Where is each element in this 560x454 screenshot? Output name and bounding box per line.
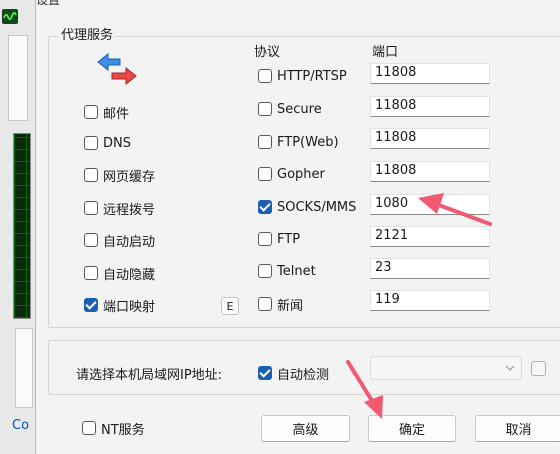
protocol-gopher-checkbox[interactable]: Gopher xyxy=(258,164,325,184)
ok-button[interactable]: 确定 xyxy=(368,415,456,442)
background-window: Co xyxy=(0,0,36,454)
protocol-column-header: 协议 xyxy=(254,45,281,60)
checkbox-box[interactable] xyxy=(84,266,98,280)
nt-service-checkbox[interactable]: NT服务 xyxy=(82,418,145,438)
service-remote-dial-checkbox[interactable]: 远程拨号 xyxy=(84,198,155,218)
service-web-cache-checkbox[interactable]: 网页缓存 xyxy=(84,165,155,185)
protocol-telnet-checkbox[interactable]: Telnet xyxy=(258,261,316,281)
lan-ip-label: 请选择本机局域网IP地址: xyxy=(76,368,223,383)
port-mapping-edit-button[interactable]: E xyxy=(221,297,239,315)
port-http-rtsp-field[interactable]: 11808 xyxy=(370,63,490,84)
checkbox-box[interactable] xyxy=(82,421,96,435)
checkbox-box[interactable] xyxy=(84,201,98,215)
advanced-button[interactable]: 高级 xyxy=(261,415,350,442)
checkbox-box[interactable] xyxy=(84,105,98,119)
port-gopher-field[interactable]: 11808 xyxy=(370,161,490,182)
extra-option-checkbox[interactable] xyxy=(531,361,546,376)
protocol-news-checkbox[interactable]: 新闻 xyxy=(258,294,303,314)
chevron-down-icon xyxy=(505,365,515,371)
port-ftp-web-field[interactable]: 11808 xyxy=(370,128,490,149)
checkbox-box[interactable] xyxy=(258,264,272,278)
port-column-header: 端口 xyxy=(372,45,399,60)
checkbox-box[interactable] xyxy=(84,298,98,312)
app-waveform-icon xyxy=(2,9,18,24)
proxy-swap-arrows-icon xyxy=(96,52,138,92)
checkbox-box[interactable] xyxy=(258,135,272,149)
checkbox-box[interactable] xyxy=(258,297,272,311)
protocol-ftp-checkbox[interactable]: FTP xyxy=(258,229,300,249)
checkbox-box[interactable] xyxy=(258,69,272,83)
service-mail-checkbox[interactable]: 邮件 xyxy=(84,102,129,122)
dialog-title: 设置 xyxy=(36,0,61,7)
port-socks-mms-field[interactable]: 1080 xyxy=(370,194,490,215)
protocol-secure-checkbox[interactable]: Secure xyxy=(258,99,322,119)
protocol-ftp-web-checkbox[interactable]: FTP(Web) xyxy=(258,132,339,152)
checkbox-box[interactable] xyxy=(258,102,272,116)
checkbox-box[interactable] xyxy=(84,233,98,247)
lan-ip-select[interactable] xyxy=(370,356,522,380)
protocol-socks-mms-checkbox[interactable]: SOCKS/MMS xyxy=(258,197,356,217)
background-panel xyxy=(8,35,28,121)
background-link[interactable]: Co xyxy=(12,418,29,433)
background-traffic-graph xyxy=(13,133,31,319)
port-secure-field[interactable]: 11808 xyxy=(370,96,490,117)
background-box xyxy=(15,328,33,408)
service-dns-checkbox[interactable]: DNS xyxy=(84,133,131,153)
port-ftp-field[interactable]: 2121 xyxy=(370,226,490,247)
checkbox-box[interactable] xyxy=(258,232,272,246)
checkbox-box[interactable] xyxy=(258,167,272,181)
auto-hide-checkbox[interactable]: 自动隐藏 xyxy=(84,263,155,283)
auto-start-checkbox[interactable]: 自动启动 xyxy=(84,230,155,250)
auto-detect-checkbox[interactable]: 自动检测 xyxy=(258,363,329,383)
checkbox-box[interactable] xyxy=(258,366,272,380)
proxy-group-title: 代理服务 xyxy=(59,24,116,43)
port-mapping-checkbox[interactable]: 端口映射 xyxy=(84,295,155,315)
port-telnet-field[interactable]: 23 xyxy=(370,258,490,279)
port-news-field[interactable]: 119 xyxy=(370,290,490,311)
checkbox-box[interactable] xyxy=(84,168,98,182)
protocol-http-rtsp-checkbox[interactable]: HTTP/RTSP xyxy=(258,66,347,86)
checkbox-box[interactable] xyxy=(258,200,272,214)
checkbox-box[interactable] xyxy=(84,136,98,150)
cancel-button[interactable]: 取消 xyxy=(475,415,560,442)
